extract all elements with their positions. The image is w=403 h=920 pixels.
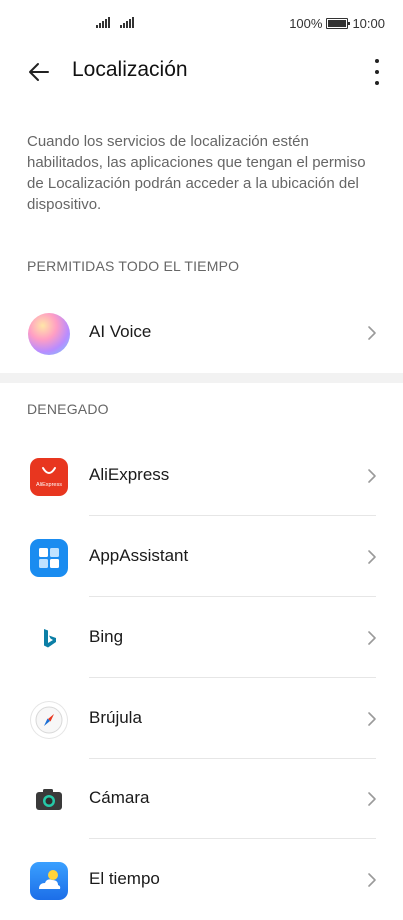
more-options-button[interactable]	[373, 59, 381, 85]
aliexpress-icon: AliExpress	[30, 458, 68, 496]
app-row-brujula[interactable]: Brújula	[0, 679, 403, 759]
svg-text:AliExpress: AliExpress	[36, 482, 62, 488]
app-label: AliExpress	[89, 465, 170, 484]
dot	[375, 59, 379, 63]
chevron-right-icon	[368, 469, 376, 483]
chevron-right-icon	[368, 631, 376, 645]
page-title: Localización	[72, 58, 188, 81]
section-divider	[0, 373, 403, 383]
bing-icon	[30, 620, 68, 658]
row-divider	[89, 677, 376, 678]
section-title-allowed: PERMITIDAS TODO EL TIEMPO	[27, 258, 240, 274]
battery-icon	[326, 18, 351, 29]
signal-icon	[96, 17, 110, 28]
app-label: El tiempo	[89, 869, 160, 888]
app-row-el-tiempo[interactable]: El tiempo	[0, 840, 403, 920]
status-bar: 100% 10:00	[0, 0, 403, 48]
chevron-right-icon	[368, 873, 376, 887]
app-label: Bing	[89, 627, 124, 646]
app-row-camara[interactable]: Cámara	[0, 759, 403, 839]
app-label: Brújula	[89, 708, 142, 727]
app-row-aliexpress[interactable]: AliExpress AliExpress	[0, 436, 403, 516]
app-bar: Localización	[0, 48, 403, 96]
dot	[375, 81, 379, 85]
row-divider	[89, 596, 376, 597]
location-description: Cuando los servicios de localización est…	[27, 133, 366, 213]
status-right: 100% 10:00	[289, 16, 385, 31]
app-row-appassistant[interactable]: AppAssistant	[0, 517, 403, 597]
section-title-denied: DENEGADO	[27, 401, 109, 417]
app-row-bing[interactable]: Bing	[0, 598, 403, 678]
chevron-right-icon	[368, 712, 376, 726]
app-label: AI Voice	[89, 322, 152, 341]
app-row-ai-voice[interactable]: AI Voice	[0, 293, 403, 373]
appassistant-icon	[30, 539, 68, 577]
arrow-left-icon	[29, 63, 49, 81]
clock: 10:00	[352, 16, 385, 31]
app-label: AppAssistant	[89, 546, 189, 565]
ai-voice-icon	[28, 313, 70, 355]
row-divider	[89, 838, 376, 839]
weather-icon	[30, 862, 68, 900]
chevron-right-icon	[368, 792, 376, 806]
compass-icon	[30, 701, 68, 739]
chevron-right-icon	[368, 550, 376, 564]
dot	[375, 70, 379, 74]
battery-percent: 100%	[289, 16, 323, 31]
signal-icon	[120, 17, 134, 28]
app-label: Cámara	[89, 788, 150, 807]
camera-icon	[30, 781, 68, 819]
row-divider	[89, 515, 376, 516]
chevron-right-icon	[368, 326, 376, 340]
back-button[interactable]	[26, 58, 54, 86]
